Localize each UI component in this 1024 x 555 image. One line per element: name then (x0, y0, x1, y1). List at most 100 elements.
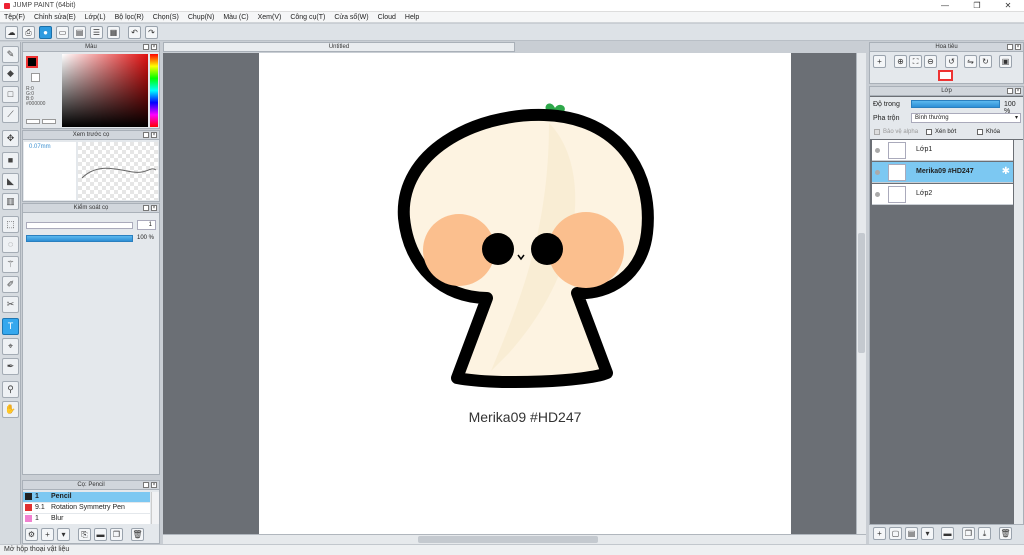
clipping-checkbox[interactable] (926, 129, 932, 135)
brush-item-rotation-symmetry[interactable]: 9.1 Rotation Symmetry Pen (23, 503, 150, 513)
navigator-thumbnail[interactable] (938, 70, 953, 81)
save-icon[interactable]: ⎙ (22, 26, 35, 39)
visibility-eye-icon[interactable] (875, 192, 880, 197)
comment-icon[interactable]: ▭ (56, 26, 69, 39)
close-button[interactable]: ✕ (993, 0, 1023, 12)
cloud-icon[interactable]: ☁ (5, 26, 18, 39)
background-color-swatch[interactable] (31, 73, 40, 82)
zoom-in-icon[interactable]: + (873, 55, 886, 68)
new-layer-icon[interactable]: + (873, 527, 886, 540)
panel-close-icon[interactable]: × (151, 44, 157, 50)
zoom-in-alt-icon[interactable]: ⊕ (894, 55, 907, 68)
menu-tools[interactable]: Công cụ(T) (290, 14, 325, 21)
wand-tool-icon[interactable]: ⚚ (2, 256, 19, 273)
text-tool-icon[interactable]: T (2, 318, 19, 335)
panel-close-icon[interactable]: × (1015, 88, 1021, 94)
panel-float-icon[interactable] (143, 132, 149, 138)
list-icon[interactable]: ☰ (90, 26, 103, 39)
line-tool-icon[interactable]: ⟋ (2, 106, 19, 123)
layer-item-lop2[interactable]: Lớp2 (872, 184, 1013, 205)
panel-float-icon[interactable] (143, 44, 149, 50)
brush-list-scrollbar[interactable] (151, 492, 159, 524)
panel-float-icon[interactable] (1007, 88, 1013, 94)
swatch-button[interactable] (26, 119, 40, 124)
page-icon[interactable]: ▤ (73, 26, 86, 39)
brush-item-pencil[interactable]: 1 Pencil (23, 492, 150, 502)
lasso-tool-icon[interactable]: ◌ (2, 236, 19, 253)
delete-layer-icon[interactable]: 🗑 (999, 527, 1012, 540)
brush-delete-icon[interactable]: 🗑 (131, 528, 144, 541)
panel-close-icon[interactable]: × (151, 482, 157, 488)
eyedropper-tool-icon[interactable]: ⚲ (2, 381, 19, 398)
menu-capture[interactable]: Chụp(N) (188, 14, 214, 21)
color-saturation-box[interactable] (62, 54, 148, 127)
brush-folder-icon[interactable]: ▾ (57, 528, 70, 541)
operation-tool-icon[interactable]: ⌖ (2, 338, 19, 355)
chat-icon[interactable]: ● (39, 26, 52, 39)
panel-close-icon[interactable]: × (1015, 44, 1021, 50)
undo-icon[interactable]: ↶ (128, 26, 141, 39)
rotate-right-icon[interactable]: ↻ (979, 55, 992, 68)
zoom-out-icon[interactable]: ⊖ (924, 55, 937, 68)
canvas-vertical-scrollbar[interactable] (856, 53, 866, 534)
protect-alpha-checkbox[interactable] (874, 129, 880, 135)
flip-icon[interactable]: ⇋ (964, 55, 977, 68)
hue-slider[interactable] (150, 54, 158, 127)
layer-item-lop1[interactable]: Lớp1 (872, 140, 1013, 161)
select-pen-tool-icon[interactable]: ✐ (2, 276, 19, 293)
document-tab[interactable]: Untitled (163, 42, 515, 52)
panel-float-icon[interactable] (1007, 44, 1013, 50)
foreground-color-swatch[interactable] (26, 56, 38, 68)
blend-mode-select[interactable]: Bình thường ▾ (911, 113, 1021, 123)
brush-opacity-slider[interactable] (26, 235, 133, 242)
canvas-paper[interactable]: Merika09 #HD247 (259, 53, 791, 534)
layer-item-merika[interactable]: Merika09 #HD247 ✱ (872, 162, 1013, 183)
menu-cloud[interactable]: Cloud (378, 14, 396, 21)
merge-layer-icon[interactable]: ⤓ (978, 527, 991, 540)
layer-list-scrollbar[interactable] (1014, 140, 1023, 524)
swatch-button[interactable] (42, 119, 56, 124)
layer-opacity-slider[interactable] (911, 100, 1000, 108)
maximize-button[interactable]: ❐ (962, 0, 992, 12)
move-tool-icon[interactable]: ✥ (2, 130, 19, 147)
lock-checkbox[interactable] (977, 129, 983, 135)
new-folder-icon[interactable]: ▬ (941, 527, 954, 540)
brush-size-slider[interactable] (26, 222, 133, 229)
grid-icon[interactable]: ▦ (107, 26, 120, 39)
gradient-tool-icon[interactable]: ▥ (2, 193, 19, 210)
select-tool-icon[interactable]: ⬚ (2, 216, 19, 233)
duplicate-layer-icon[interactable]: ❐ (962, 527, 975, 540)
menu-view[interactable]: Xem(V) (258, 14, 282, 21)
menu-window[interactable]: Cửa sổ(W) (334, 14, 368, 21)
divide-tool-icon[interactable]: ✒ (2, 358, 19, 375)
lock-view-icon[interactable]: ▣ (999, 55, 1012, 68)
hand-tool-icon[interactable]: ✋ (2, 401, 19, 418)
menu-layer[interactable]: Lớp(L) (85, 14, 106, 21)
panel-float-icon[interactable] (143, 205, 149, 211)
panel-close-icon[interactable]: × (151, 205, 157, 211)
shape-tool-icon[interactable]: □ (2, 86, 19, 103)
brush-copy-icon[interactable]: ⎘ (78, 528, 91, 541)
visibility-eye-icon[interactable] (875, 170, 880, 175)
brush-duplicate-icon[interactable]: ❐ (110, 528, 123, 541)
new-layer-menu-icon[interactable]: ▾ (921, 527, 934, 540)
layer-settings-gear-icon[interactable]: ✱ (1002, 166, 1010, 177)
menu-file[interactable]: Tệp(F) (4, 14, 25, 21)
brush-size-field[interactable]: 1 (137, 220, 156, 230)
eraser-tool-icon[interactable]: ◆ (2, 65, 19, 82)
new-vector-layer-icon[interactable]: ▤ (905, 527, 918, 540)
rotate-left-icon[interactable]: ↺ (945, 55, 958, 68)
visibility-eye-icon[interactable] (875, 148, 880, 153)
canvas-horizontal-scrollbar[interactable] (163, 534, 866, 544)
menu-filter[interactable]: Bộ lọc(R) (115, 14, 144, 21)
redo-icon[interactable]: ↷ (145, 26, 158, 39)
menu-select[interactable]: Chọn(S) (153, 14, 179, 21)
brush-settings-icon[interactable]: ⚙ (25, 528, 38, 541)
panel-close-icon[interactable]: × (151, 132, 157, 138)
menu-edit[interactable]: Chỉnh sửa(E) (34, 14, 76, 21)
select-eraser-tool-icon[interactable]: ✂ (2, 296, 19, 313)
bucket-tool-icon[interactable]: ◣ (2, 173, 19, 190)
panel-float-icon[interactable] (143, 482, 149, 488)
brush-new-icon[interactable]: + (41, 528, 54, 541)
brush-open-folder-icon[interactable]: ▬ (94, 528, 107, 541)
